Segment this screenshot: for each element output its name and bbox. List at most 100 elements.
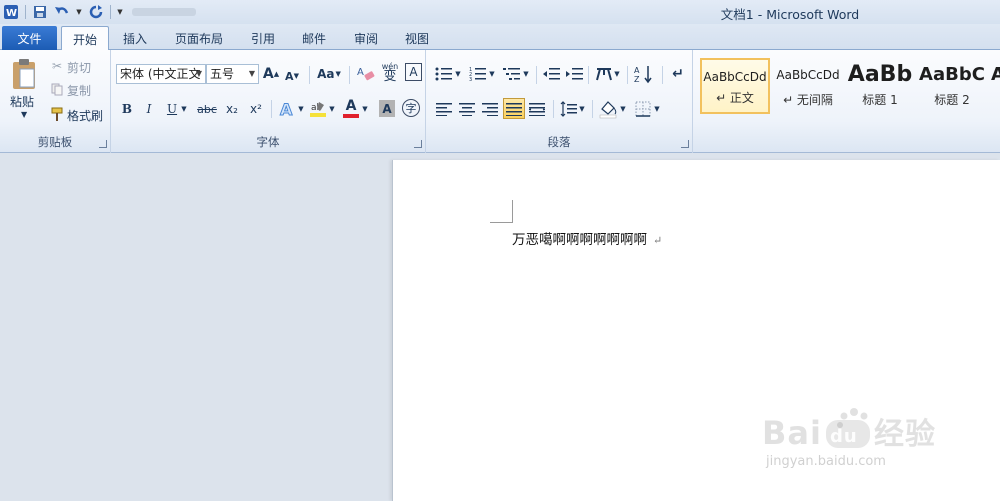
svg-text:3: 3 [469,77,472,82]
divider [627,66,628,84]
bullets-dropdown-icon[interactable]: ▼ [454,66,462,82]
font-size-select[interactable]: 五号 ▼ [206,64,259,84]
font-color-dropdown-icon[interactable]: ▼ [361,100,369,118]
tab-home[interactable]: 开始 [61,26,109,51]
format-painter-icon[interactable] [49,106,65,122]
tab-review[interactable]: 审阅 [344,26,388,50]
style-no-spacing-sample: AaBbCcDd [776,68,840,82]
tab-insert[interactable]: 插入 [113,26,157,50]
text-effects-dropdown-icon[interactable]: ▼ [297,100,305,118]
clear-format-button[interactable]: A [356,62,376,84]
document-paragraph[interactable]: 万恶噶啊啊啊啊啊啊啊 ↵ [512,228,662,248]
distributed-icon[interactable] [527,99,547,119]
tab-references[interactable]: 引用 [241,26,285,50]
italic-button[interactable]: I [141,100,157,118]
style-heading-2-name: 标题 2 [934,93,970,107]
svg-text:Z: Z [634,75,640,84]
decrease-indent-icon[interactable] [541,65,561,83]
justify-icon[interactable] [503,98,525,119]
title-bar: W ▼ ▼ 文档1 - Microsoft Word [0,0,1000,24]
style-no-spacing-name: ↵ 无间隔 [783,93,833,107]
font-name-select[interactable]: 宋体 (中文正文 ▼ [116,64,206,84]
svg-text:A: A [634,66,640,75]
copy-icon[interactable] [50,82,64,96]
align-center-icon[interactable] [457,99,477,119]
tab-mailings[interactable]: 邮件 [292,26,336,50]
font-group: 宋体 (中文正文 ▼ 五号 ▼ A ▲ A ▼ Aa ▼ A wén 变 A B I … [111,50,426,153]
chinese-layout-icon[interactable] [594,64,614,84]
style-heading-1-name: 标题 1 [862,93,898,107]
paste-label[interactable]: 粘贴 [10,93,34,110]
shrink-font-icon: A [285,69,294,83]
enclose-char-button[interactable]: 字 [402,99,420,117]
increase-indent-icon[interactable] [564,65,584,83]
divider [662,66,663,84]
borders-icon[interactable] [633,99,653,119]
margin-corner-mark [512,200,513,223]
superscript-button[interactable]: x² [247,100,265,118]
cut-label[interactable]: 剪切 [67,59,91,76]
bullets-icon[interactable] [434,65,454,83]
clipboard-launcher-icon[interactable] [99,140,107,148]
paste-dropdown-icon[interactable]: ▼ [21,110,27,119]
shading-dropdown-icon[interactable]: ▼ [619,100,627,118]
multilevel-list-icon[interactable] [502,65,522,83]
format-painter-label[interactable]: 格式刷 [67,107,103,124]
paragraph-group-label: 段落 [547,135,571,149]
char-border-button[interactable]: A [405,63,422,81]
document-workspace: 万恶噶啊啊啊啊啊啊啊 ↵ Bai du 经验 jingyan.baidu.com [0,154,1000,501]
svg-text:A: A [357,67,364,78]
change-case-label: Aa [317,67,335,81]
highlight-button[interactable]: ab [308,98,328,120]
copy-label[interactable]: 复制 [67,82,91,99]
tab-file[interactable]: 文件 [2,26,57,50]
multilevel-dropdown-icon[interactable]: ▼ [522,66,530,82]
numbering-icon[interactable]: 123 [468,65,488,83]
paragraph-launcher-icon[interactable] [681,140,689,148]
shrink-font-button[interactable]: A ▼ [284,66,300,86]
font-color-button[interactable]: A [342,97,360,119]
style-heading-2[interactable]: AaBbC 标题 2 [917,58,987,114]
divider [536,66,537,84]
numbering-dropdown-icon[interactable]: ▼ [488,66,496,82]
sort-icon[interactable]: AZ [633,63,655,85]
paste-icon[interactable] [8,56,40,92]
shading-icon[interactable] [598,98,620,120]
char-shading-button[interactable]: A [379,100,395,117]
font-launcher-icon[interactable] [414,140,422,148]
show-marks-icon[interactable]: ↵ [669,65,687,83]
align-left-icon[interactable] [434,99,454,119]
document-text[interactable]: 万恶噶啊啊啊啊啊啊啊 [512,232,647,248]
underline-button[interactable]: U [164,100,180,118]
phonetic-guide-button[interactable]: wén 变 [379,60,401,84]
line-spacing-dropdown-icon[interactable]: ▼ [578,100,586,118]
style-more-partial[interactable]: A [991,58,1000,114]
scissors-icon[interactable]: ✂ [50,59,64,73]
change-case-button[interactable]: Aa ▼ [315,64,343,84]
margin-corner-mark [490,222,512,223]
text-effects-button[interactable]: A [277,99,299,119]
grow-font-button[interactable]: A ▲ [263,64,279,84]
bold-button[interactable]: B [119,100,135,118]
chinese-layout-dropdown-icon[interactable]: ▼ [613,66,621,82]
divider [588,66,589,84]
line-spacing-icon[interactable] [559,99,579,119]
strikethrough-button[interactable]: abc [195,100,219,118]
grow-font-icon: A [262,66,274,82]
style-normal[interactable]: AaBbCcDd ↵ 正文 [700,58,770,114]
style-heading-1[interactable]: AaBb 标题 1 [845,58,915,114]
borders-dropdown-icon[interactable]: ▼ [653,100,661,118]
baidu-watermark: Bai du 经验 jingyan.baidu.com [762,388,962,488]
subscript-button[interactable]: x₂ [223,100,241,118]
divider [553,100,554,118]
tab-page-layout[interactable]: 页面布局 [166,26,232,50]
font-name-value: 宋体 (中文正文 [120,67,201,81]
font-color-label: A [345,97,357,114]
style-no-spacing[interactable]: AaBbCcDd ↵ 无间隔 [773,58,843,114]
align-right-icon[interactable] [480,99,500,119]
style-normal-sample: AaBbCcDd [703,70,767,84]
underline-dropdown-icon[interactable]: ▼ [179,100,189,118]
clipboard-group: 粘贴 ▼ ✂ 剪切 复制 格式刷 剪贴板 [0,50,111,153]
tab-view[interactable]: 视图 [395,26,439,50]
highlight-dropdown-icon[interactable]: ▼ [328,100,336,118]
